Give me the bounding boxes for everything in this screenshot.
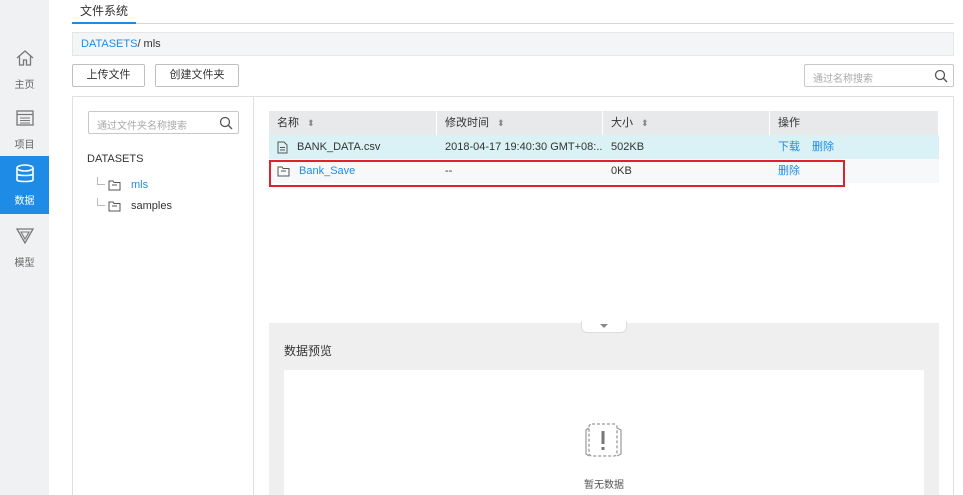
tree-item-label: mls [131, 179, 149, 191]
column-header-modified[interactable]: 修改时间 ⬍ [437, 111, 603, 135]
cell-modified: 2018-04-17 19:40:30 GMT+08:... [445, 141, 603, 153]
breadcrumb: DATASETS/ mls [72, 32, 954, 56]
column-header-size[interactable]: 大小 ⬍ [603, 111, 770, 135]
cell-size: 502KB [611, 141, 645, 153]
column-label: 名称 [277, 117, 299, 129]
folder-icon [108, 180, 121, 190]
preview-body: 暂无数据 [284, 370, 924, 495]
preview-title: 数据预览 [284, 344, 333, 358]
tree-item-samples[interactable]: samples [97, 198, 172, 214]
empty-data-icon [585, 423, 622, 457]
nav-item-models[interactable]: 模型 [0, 218, 49, 276]
side-navigation: 主页 项目 数据 模型 [0, 0, 49, 495]
tab-filesystem[interactable]: 文件系统 [72, 2, 137, 24]
sort-icon[interactable]: ⬍ [497, 111, 505, 135]
nav-label: 主页 [14, 80, 35, 91]
nav-label: 模型 [14, 258, 35, 269]
table-row[interactable]: BANK_DATA.csv 2018-04-17 19:40:30 GMT+08… [269, 135, 939, 159]
upload-file-button[interactable]: 上传文件 [72, 64, 145, 87]
project-list-icon [14, 107, 36, 129]
column-header-name[interactable]: 名称 ⬍ [269, 111, 437, 135]
delete-link[interactable]: 删除 [812, 135, 834, 159]
tree-branch-line [97, 177, 105, 185]
column-label: 修改时间 [445, 117, 489, 129]
column-label: 操作 [778, 117, 800, 129]
model-funnel-icon [14, 225, 36, 247]
create-folder-button[interactable]: 创建文件夹 [155, 64, 239, 87]
file-icon [277, 141, 288, 153]
tree-branch-line [97, 198, 105, 206]
column-label: 大小 [611, 117, 633, 129]
nav-item-projects[interactable]: 项目 [0, 100, 49, 158]
folder-search-placeholder: 通过文件夹名称搜索 [97, 121, 187, 132]
folder-icon [108, 201, 121, 211]
folder-tree-panel: 通过文件夹名称搜索 DATASETS mls samples [72, 96, 254, 495]
nav-label: 项目 [14, 140, 35, 151]
tree-item-label: samples [131, 200, 172, 212]
search-icon[interactable] [934, 69, 948, 83]
search-placeholder: 通过名称搜索 [813, 74, 873, 85]
sort-icon[interactable]: ⬍ [641, 111, 649, 135]
breadcrumb-root-link[interactable]: DATASETS [81, 38, 137, 50]
home-icon [14, 47, 36, 69]
data-preview-panel: 数据预览 暂无数据 [269, 321, 939, 495]
cell-actions: 下载 删除 [770, 135, 939, 159]
nav-label: 数据 [14, 196, 35, 207]
tree-item-mls[interactable]: mls [97, 177, 148, 193]
column-header-actions: 操作 [770, 111, 939, 135]
nav-item-home[interactable]: 主页 [0, 40, 49, 98]
nav-item-data[interactable]: 数据 [0, 156, 49, 214]
empty-data-text: 暂无数据 [584, 480, 624, 491]
breadcrumb-current: / mls [137, 38, 161, 50]
table-header: 名称 ⬍ 修改时间 ⬍ 大小 ⬍ 操作 [269, 111, 939, 135]
database-icon [14, 163, 36, 185]
chevron-down-icon [600, 324, 608, 328]
search-icon[interactable] [219, 116, 233, 130]
file-name: BANK_DATA.csv [297, 141, 381, 153]
cell-name[interactable]: BANK_DATA.csv [269, 135, 437, 159]
highlight-annotation-box [269, 160, 845, 187]
download-link[interactable]: 下载 [778, 135, 800, 159]
folder-search-input[interactable]: 通过文件夹名称搜索 [88, 111, 239, 134]
tab-bar: 文件系统 [72, 0, 954, 24]
collapse-toggle[interactable] [581, 321, 627, 333]
sort-icon[interactable]: ⬍ [307, 111, 315, 135]
file-search-input[interactable]: 通过名称搜索 [804, 64, 954, 87]
tree-root-datasets[interactable]: DATASETS [87, 153, 143, 165]
